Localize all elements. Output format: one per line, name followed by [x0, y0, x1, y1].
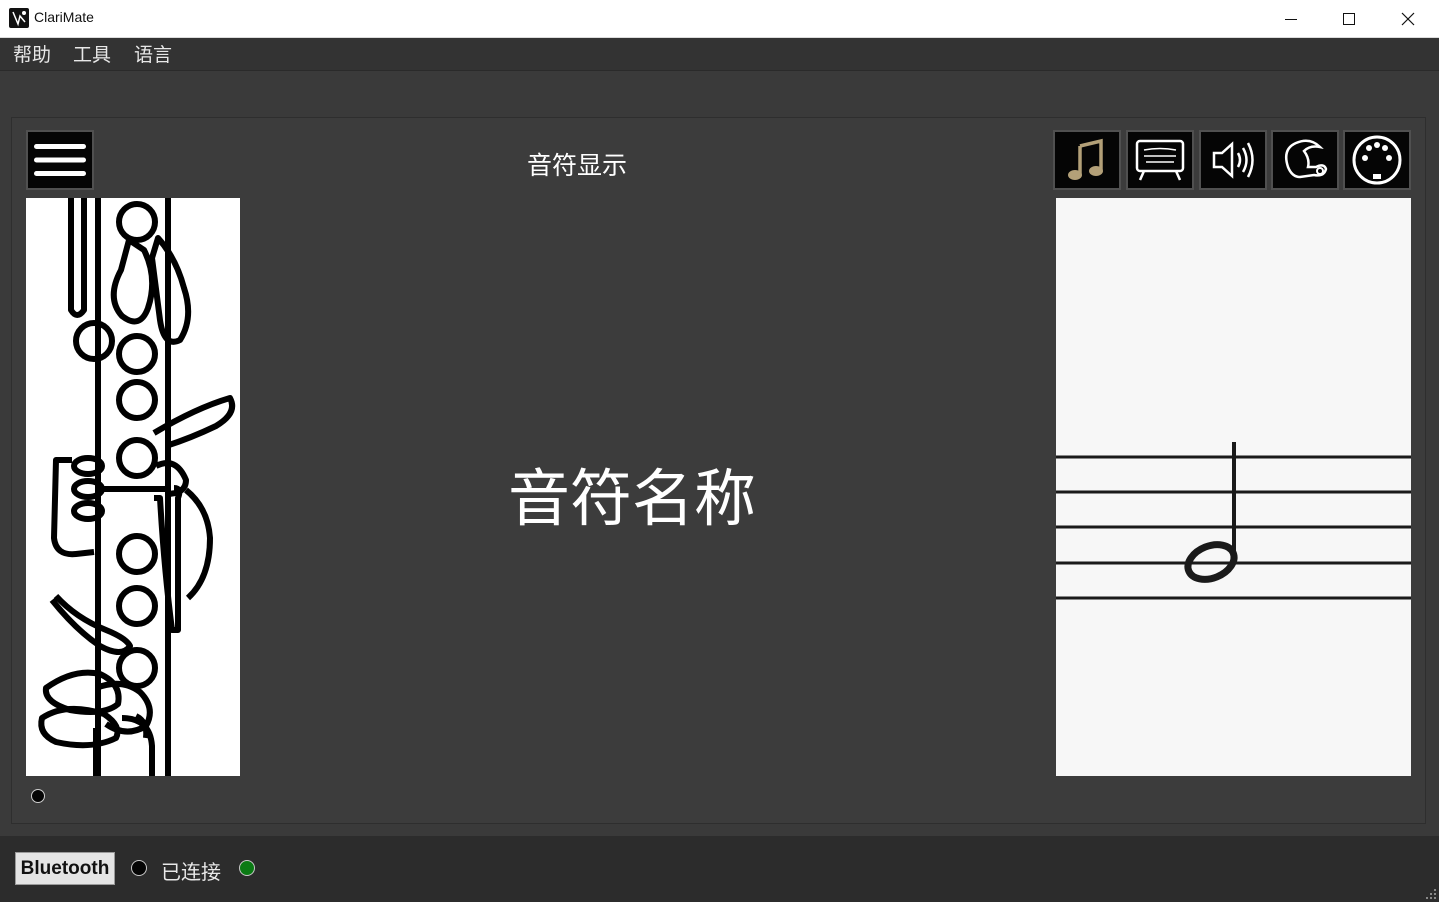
indicator-dot: [31, 789, 45, 803]
status-bar: Bluetooth 已连接: [0, 836, 1439, 902]
player-head-icon: [1285, 139, 1328, 179]
panel-title: 音符显示: [526, 151, 627, 180]
hamburger-icon: [34, 144, 86, 176]
app-logo-icon: [9, 8, 29, 28]
menu-help[interactable]: 帮助: [13, 43, 51, 67]
note-mode-button[interactable]: [1053, 130, 1121, 190]
bluetooth-button[interactable]: Bluetooth: [15, 852, 115, 885]
tuner-button[interactable]: [1126, 130, 1194, 190]
menu-language[interactable]: 语言: [134, 43, 172, 67]
close-icon: [1401, 12, 1415, 25]
note-display-panel: 音符显示 音符名称: [11, 117, 1426, 824]
tuner-display-icon: [1135, 139, 1185, 181]
midi-button[interactable]: [1343, 130, 1411, 190]
midi-connector-icon: [1352, 135, 1402, 185]
fingering-chart: [26, 198, 240, 776]
close-button[interactable]: [1379, 0, 1437, 37]
connected-indicator: [239, 860, 255, 876]
menu-tools[interactable]: 工具: [73, 43, 111, 67]
app-window: ClariMate 帮助 工具 语言 音符显示 音符名称 Bluetooth 已…: [0, 0, 1439, 902]
menu-bar: 帮助 工具 语言: [0, 38, 1439, 71]
title-bar: ClariMate: [0, 0, 1439, 38]
minimize-button[interactable]: [1262, 0, 1320, 37]
maximize-icon: [1343, 12, 1355, 25]
music-staff: [1056, 198, 1411, 776]
staff-notation: [1056, 442, 1411, 600]
menu-button[interactable]: [26, 130, 94, 190]
music-note-icon: [1068, 138, 1103, 180]
connection-status-label: 已连接: [161, 860, 221, 884]
sound-button[interactable]: [1199, 130, 1267, 190]
minimize-icon: [1285, 18, 1297, 20]
bluetooth-status-indicator: [131, 860, 147, 876]
maximize-button[interactable]: [1320, 0, 1378, 37]
window-title: ClariMate: [34, 9, 94, 25]
clarinet-keys-diagram: [38, 198, 236, 776]
speaker-icon: [1212, 141, 1254, 179]
player-button[interactable]: [1271, 130, 1339, 190]
resize-grip-icon[interactable]: [1425, 888, 1437, 900]
note-name-display: 音符名称: [507, 462, 756, 535]
